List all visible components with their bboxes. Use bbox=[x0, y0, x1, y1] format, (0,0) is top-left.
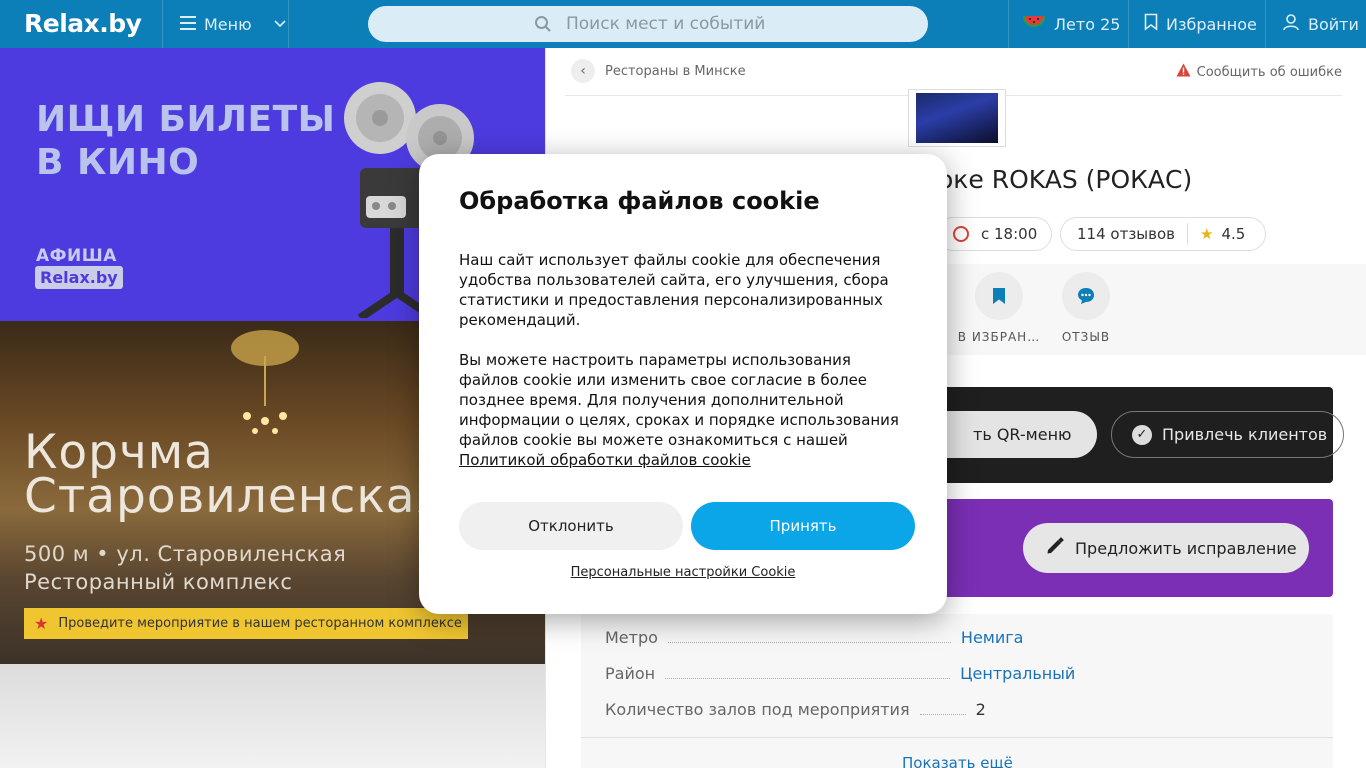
cookie-dialog-title: Обработка файлов cookie bbox=[459, 187, 820, 215]
cookie-dialog-body: Наш сайт использует файлы cookie для обе… bbox=[459, 250, 909, 470]
accept-button[interactable]: Принять bbox=[691, 502, 915, 550]
cookie-consent-dialog: Обработка файлов cookie Наш сайт использ… bbox=[419, 154, 947, 614]
personal-cookie-settings-link[interactable]: Персональные настройки Cookie bbox=[419, 565, 947, 580]
cookie-paragraph-2: Вы можете настроить параметры использова… bbox=[459, 351, 899, 469]
cookie-paragraph-1: Наш сайт использует файлы cookie для обе… bbox=[459, 251, 889, 329]
decline-button[interactable]: Отклонить bbox=[459, 502, 683, 550]
cookie-policy-link[interactable]: Политикой обработки файлов cookie bbox=[459, 451, 751, 469]
